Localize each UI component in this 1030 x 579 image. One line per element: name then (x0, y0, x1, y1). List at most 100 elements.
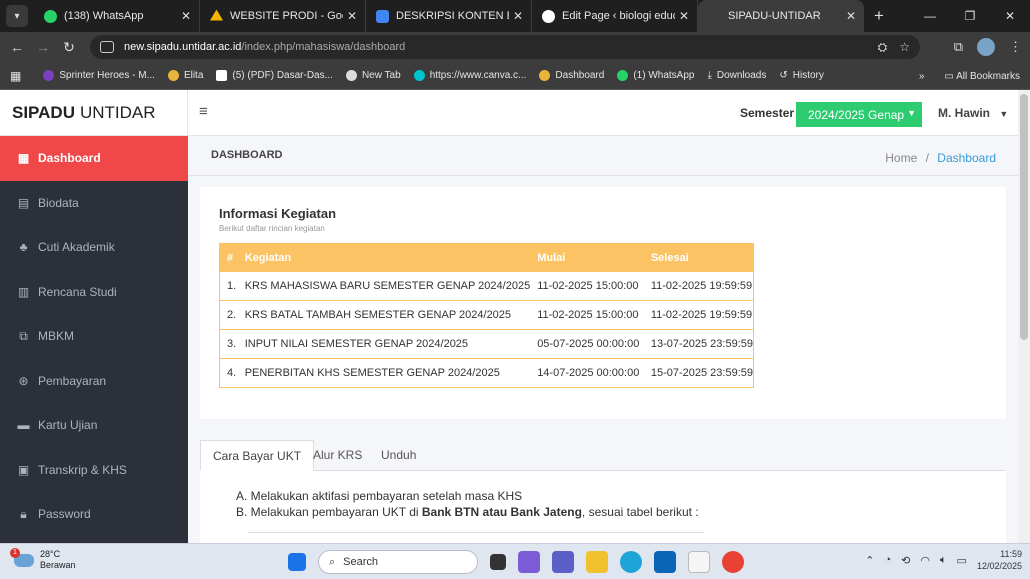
sidebar-item-password[interactable]: 🔒︎ Password (0, 492, 188, 537)
address-toolbar: ← → ↻ new.sipadu.untidar.ac.id /index.ph… (0, 32, 1030, 62)
column-header: # (219, 243, 238, 272)
semester-value: 2024/2025 Genap (808, 107, 905, 122)
bookmark-label: https://www.canva.c... (429, 70, 527, 81)
close-window-icon[interactable]: ✕ (990, 0, 1030, 32)
browser-tab-whatsapp[interactable]: (138) WhatsApp ✕ (34, 0, 200, 32)
browser-tab-sipadu[interactable]: SIPADU-UNTIDAR ✕ (698, 0, 864, 32)
sidebar-item-transkrip-khs[interactable]: ▣ Transkrip & KHS (0, 448, 188, 493)
page-scrollbar[interactable] (1018, 90, 1030, 543)
search-label: Search (343, 556, 379, 568)
file-explorer-icon[interactable] (586, 551, 608, 573)
sidebar-item-label: Biodata (38, 195, 79, 210)
bookmark-item[interactable]: Dashboard (539, 70, 604, 81)
ukt-step-b: B. Melakukan pembayaran UKT di Bank BTN … (236, 505, 699, 519)
sidebar-item-label: Transkrip & KHS (38, 462, 127, 477)
hamburger-menu-icon[interactable]: ≡ (199, 103, 208, 120)
chrome-icon[interactable] (722, 551, 744, 573)
table-row: 3. INPUT NILAI SEMESTER GENAP 2024/2025 … (219, 329, 754, 359)
bookmark-item[interactable]: Elita (167, 70, 204, 81)
sidebar-item-dashboard[interactable]: ▦ Dashboard (0, 136, 188, 181)
dollar-icon: ⊛ (18, 373, 29, 388)
user-menu[interactable]: M. Hawin ▼ (938, 106, 1008, 120)
tab-title: WEBSITE PRODI - Google Drive (230, 10, 343, 22)
extensions-icon[interactable]: ⧉ (954, 39, 963, 55)
sidebar-item-pembayaran[interactable]: ⊛ Pembayaran (0, 359, 188, 404)
all-bookmarks[interactable]: ▭ All Bookmarks (944, 71, 1020, 82)
sidebar-item-kartu-ujian[interactable]: ▬ Kartu Ujian (0, 403, 188, 448)
edge-icon[interactable] (620, 551, 642, 573)
google-docs-icon (376, 9, 389, 23)
more-bookmarks-icon[interactable]: » (919, 71, 925, 82)
url-bar[interactable]: new.sipadu.untidar.ac.id /index.php/maha… (90, 35, 920, 59)
taskbar-search[interactable]: ⌕ Search (318, 550, 478, 574)
close-tab-icon[interactable]: ✕ (181, 9, 191, 23)
close-tab-icon[interactable]: ✕ (513, 9, 523, 23)
sidebar-item-biodata[interactable]: ▤ Biodata (0, 181, 188, 226)
weather-widget[interactable]: 1 28°C Berawan (10, 547, 76, 571)
network-icon[interactable]: ◔ (884, 554, 891, 566)
new-tab-icon[interactable]: + (874, 6, 884, 26)
brand-logo[interactable]: SIPADU UNTIDAR (0, 90, 188, 136)
semester-select[interactable]: 2024/2025 Genap ▼ (796, 102, 922, 127)
bookmark-item[interactable]: ↺ History (779, 70, 824, 81)
sync-icon[interactable]: ⟲ (901, 554, 910, 567)
users-icon: ♣ (19, 240, 28, 255)
back-icon[interactable]: ← (4, 39, 30, 55)
card-title: Informasi Kegiatan (219, 206, 337, 221)
apps-grid-icon[interactable]: ▦ (10, 69, 21, 83)
tab-alur-krs[interactable]: Alur KRS (301, 440, 374, 471)
column-header: Selesai (643, 243, 754, 272)
browser-tab-docs[interactable]: DESKRIPSI KONTEN BAHASA ✕ (366, 0, 532, 32)
bookmarks-bar: ▦ Sprinter Heroes - M... Elita (5) (PDF)… (0, 62, 1030, 90)
sipadu-app: SIPADU UNTIDAR ≡ Semester 2024/2025 Gena… (0, 90, 1030, 543)
browser-tab-strip: ▾ (138) WhatsApp ✕ WEBSITE PRODI - Googl… (0, 0, 1030, 32)
bookmark-item[interactable]: New Tab (345, 70, 401, 81)
whatsapp-icon (44, 9, 57, 23)
bookmark-item[interactable]: (5) (PDF) Dasar-Das... (216, 70, 333, 81)
clock[interactable]: 11:59 12/02/2025 (977, 548, 1022, 572)
site-info-icon[interactable] (100, 41, 114, 53)
browser-tab-drive[interactable]: WEBSITE PRODI - Google Drive ✕ (200, 0, 366, 32)
volume-icon[interactable]: 🔈︎ (940, 554, 947, 567)
outlook-icon[interactable] (654, 551, 676, 573)
restore-icon[interactable]: ❐ (950, 0, 990, 32)
page-title: DASHBOARD (211, 149, 283, 161)
chevron-up-icon[interactable]: ⌃ (865, 554, 874, 567)
browser-tab-edit-page[interactable]: Edit Page ‹ biologi education ✕ (532, 0, 698, 32)
close-tab-icon[interactable]: ✕ (846, 9, 856, 23)
breadcrumb-home[interactable]: Home (885, 151, 917, 165)
bookmark-item[interactable]: (1) WhatsApp (617, 70, 694, 81)
scrollbar-thumb[interactable] (1020, 94, 1028, 340)
bookmark-item[interactable]: Sprinter Heroes - M... (43, 70, 155, 81)
browser-menu-icon[interactable]: ⋮ (1009, 39, 1022, 55)
sidebar-item-mbkm[interactable]: ⧉ MBKM (0, 314, 188, 359)
task-view-icon[interactable] (490, 554, 506, 570)
teams-icon[interactable] (552, 551, 574, 573)
divider (248, 532, 704, 533)
bookmark-star-icon[interactable]: ☆ (899, 40, 910, 54)
tab-cara-bayar-ukt[interactable]: Cara Bayar UKT (200, 440, 315, 471)
copilot-icon[interactable] (518, 551, 540, 573)
battery-icon[interactable]: ▭ (957, 554, 967, 567)
tab-unduh[interactable]: Unduh (369, 440, 428, 471)
close-tab-icon[interactable]: ✕ (347, 9, 357, 23)
reload-icon[interactable]: ↻ (56, 39, 82, 56)
sidebar-item-rencana-studi[interactable]: ▥ Rencana Studi (0, 270, 188, 315)
window-controls: — ❐ ✕ (910, 0, 1030, 32)
bookmark-item[interactable]: https://www.canva.c... (413, 70, 527, 81)
download-icon: ⤓ (707, 70, 712, 81)
translate-icon[interactable]: ⛭ (878, 40, 888, 55)
windows-start-icon[interactable] (288, 553, 306, 571)
close-tab-icon[interactable]: ✕ (679, 9, 689, 23)
mulai-cell: 05-07-2025 00:00:00 (530, 329, 644, 359)
bookmark-label: Elita (183, 70, 204, 81)
amazon-icon[interactable] (688, 551, 710, 573)
forward-icon[interactable]: → (30, 39, 56, 55)
tab-search-icon[interactable]: ▾ (6, 5, 28, 27)
bookmark-label: New Tab (361, 70, 401, 81)
wifi-icon[interactable]: ◠ (920, 554, 930, 567)
profile-avatar[interactable] (977, 38, 995, 56)
bookmark-item[interactable]: ⤓ Downloads (707, 70, 766, 81)
minimize-icon[interactable]: — (910, 0, 950, 32)
sidebar-item-cuti-akademik[interactable]: ♣ Cuti Akademik (0, 225, 188, 270)
